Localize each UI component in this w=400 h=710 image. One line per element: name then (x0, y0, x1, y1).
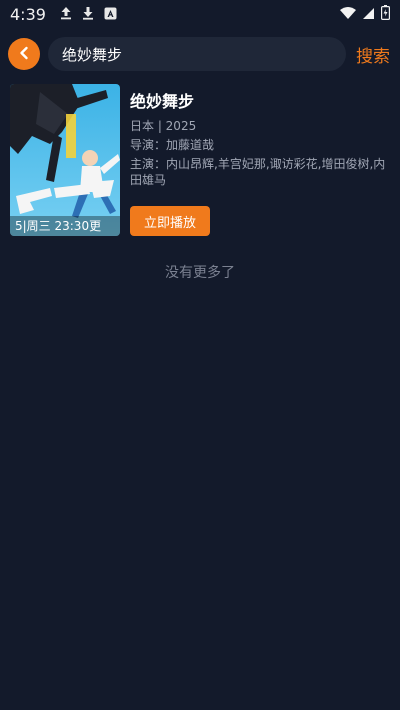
result-region-year: 日本 | 2025 (130, 119, 197, 133)
search-bar: 搜索 (8, 36, 392, 72)
battery-icon (381, 4, 391, 24)
status-bar: 4:39 (0, 0, 400, 28)
wifi-icon (340, 5, 356, 24)
play-now-button[interactable]: 立即播放 (130, 206, 210, 236)
result-title[interactable]: 绝妙舞步 (130, 88, 392, 112)
status-left-icons (60, 5, 117, 24)
poster-artwork (10, 84, 120, 236)
no-more-text: 没有更多了 (165, 265, 235, 281)
status-right-icons (340, 4, 391, 24)
search-input[interactable] (60, 44, 334, 64)
result-cast: 主演：内山昂辉,羊宫妃那,诹访彩花,增田俊树,内田雄马 (130, 157, 386, 187)
result-info: 绝妙舞步 日本 | 2025 导演：加藤道哉 主演：内山昂辉,羊宫妃那,诹访彩花… (130, 84, 392, 188)
result-item[interactable]: 5|周三 23:30更 绝妙舞步 日本 | 2025 导演：加藤道哉 主演：内山… (10, 84, 392, 240)
status-time: 4:39 (10, 4, 46, 24)
signal-icon (362, 5, 375, 24)
chevron-left-icon (18, 45, 30, 64)
poster-update-tag: 5|周三 23:30更 (10, 216, 120, 236)
search-button[interactable]: 搜索 (356, 42, 390, 67)
download-icon (82, 5, 94, 24)
result-director: 导演：加藤道哉 (130, 138, 215, 152)
a-box-icon (104, 5, 117, 24)
upload-icon (60, 5, 72, 24)
back-button[interactable] (8, 38, 40, 70)
search-field[interactable] (48, 37, 346, 71)
poster-image[interactable]: 5|周三 23:30更 (10, 84, 120, 236)
